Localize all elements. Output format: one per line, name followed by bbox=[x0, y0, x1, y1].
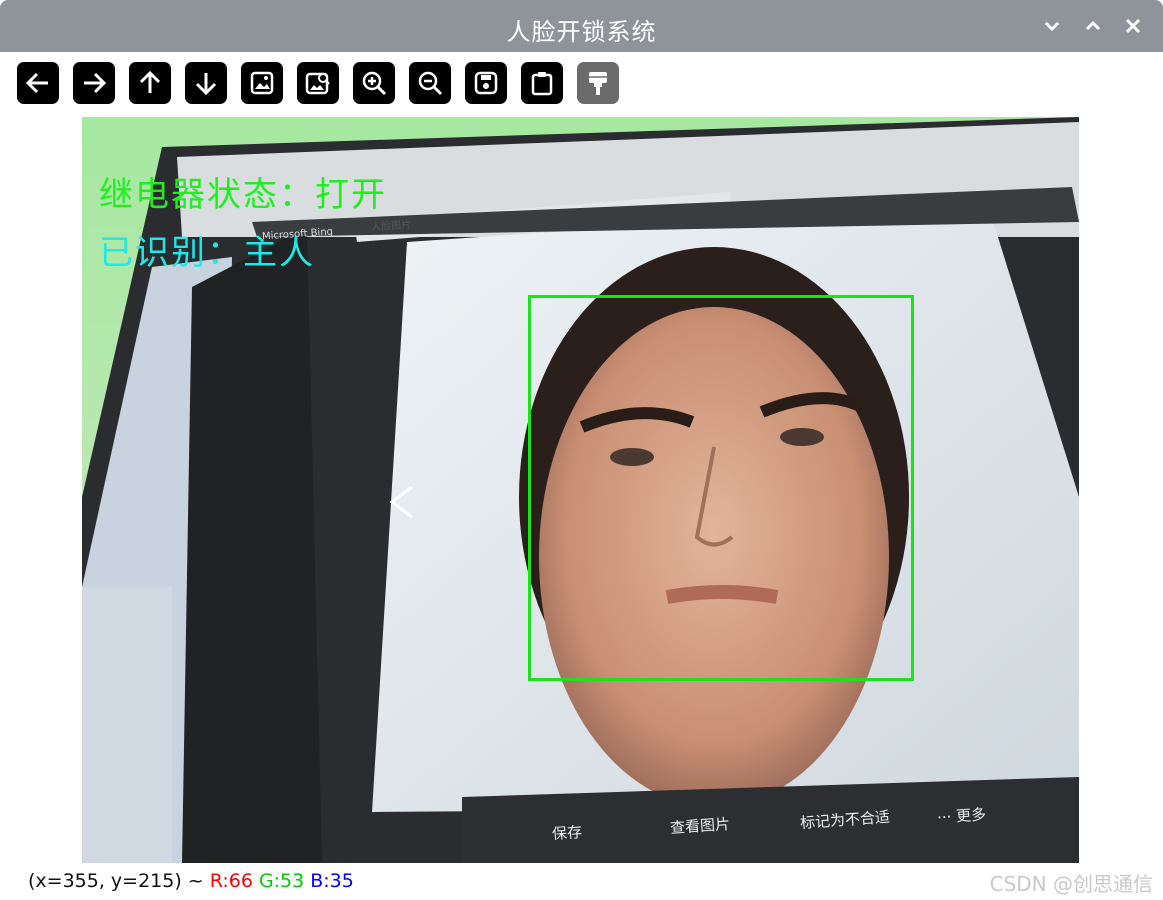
camera-view[interactable]: 人脸图片 Microsoft Bing 保存 查看图片 标记为不合适 ··· 更… bbox=[82, 117, 1079, 863]
arrow-right-icon bbox=[84, 72, 107, 94]
chevron-down-icon bbox=[1044, 21, 1060, 32]
properties-button[interactable] bbox=[577, 62, 619, 104]
image-icon bbox=[250, 71, 274, 95]
image-zoom-icon bbox=[305, 72, 330, 95]
action-more: ··· 更多 bbox=[936, 805, 987, 827]
zoom-in-button[interactable] bbox=[353, 62, 395, 104]
arrow-down-icon bbox=[195, 73, 217, 96]
relay-status-text: 继电器状态：打开 bbox=[99, 175, 387, 215]
image-button[interactable] bbox=[241, 62, 283, 104]
window-title: 人脸开锁系统 bbox=[506, 18, 657, 46]
close-button[interactable] bbox=[1121, 14, 1145, 38]
clipboard-icon bbox=[531, 72, 553, 96]
maximize-button[interactable] bbox=[1081, 14, 1105, 38]
image-search-button[interactable] bbox=[297, 62, 339, 104]
blue-value: B:35 bbox=[310, 870, 354, 892]
green-value: G:53 bbox=[258, 870, 305, 892]
action-save: 保存 bbox=[551, 822, 583, 844]
save-button[interactable] bbox=[465, 62, 507, 104]
arrow-left-icon bbox=[25, 72, 48, 94]
status-bar: (x=355, y=215) ~ R:66 G:53 B:35 bbox=[28, 870, 360, 892]
down-button[interactable] bbox=[185, 62, 227, 104]
recognized-text: 已识别：主人 bbox=[99, 233, 315, 273]
minimize-button[interactable] bbox=[1040, 14, 1064, 38]
up-button[interactable] bbox=[129, 62, 171, 104]
brush-icon bbox=[589, 72, 607, 95]
zoom-out-icon bbox=[418, 71, 443, 96]
clipboard-button[interactable] bbox=[521, 62, 563, 104]
save-icon bbox=[474, 71, 498, 95]
zoom-out-button[interactable] bbox=[409, 62, 451, 104]
bing-search-text: 人脸图片 bbox=[370, 219, 412, 234]
title-bar: 人脸开锁系统 bbox=[0, 0, 1163, 52]
close-icon bbox=[1125, 18, 1141, 34]
forward-button[interactable] bbox=[73, 62, 115, 104]
red-value: R:66 bbox=[209, 870, 253, 892]
watermark: CSDN @创思通信 bbox=[989, 872, 1153, 896]
toolbar bbox=[0, 62, 1163, 106]
action-view: 查看图片 bbox=[669, 814, 731, 838]
arrow-up-icon bbox=[139, 70, 161, 93]
face-detection-box bbox=[528, 295, 914, 681]
zoom-in-icon bbox=[362, 71, 387, 96]
back-button[interactable] bbox=[17, 62, 59, 104]
chevron-up-icon bbox=[1085, 20, 1101, 31]
cursor-coords: (x=355, y=215) ~ bbox=[28, 870, 204, 892]
